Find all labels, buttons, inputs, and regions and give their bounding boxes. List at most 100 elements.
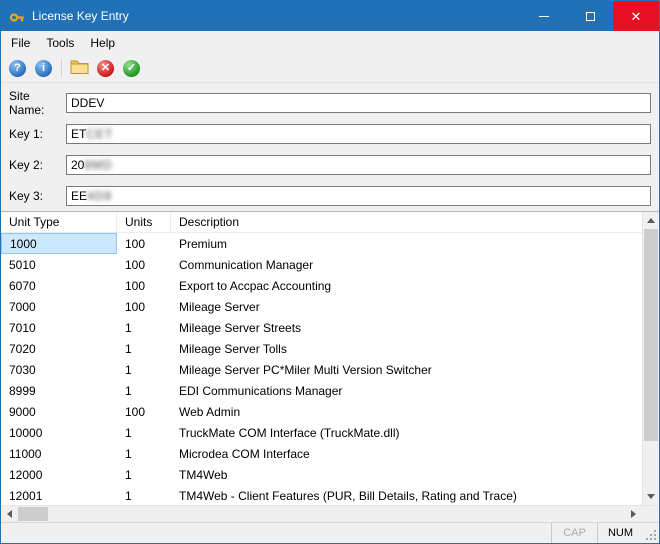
unit-type-cell: 10000 (1, 422, 117, 443)
form-area: Site Name: Key 1: ETCET Key 2: 208MD Key… (1, 83, 659, 211)
description-cell: Mileage Server (171, 296, 659, 317)
vertical-scrollbar-track[interactable] (643, 229, 659, 488)
units-cell: 1 (117, 485, 171, 505)
horizontal-scrollbar[interactable] (1, 505, 659, 522)
unit-type-cell: 7020 (1, 338, 117, 359)
unit-type-cell: 11000 (1, 443, 117, 464)
units-cell: 1 (117, 359, 171, 380)
scroll-down-button[interactable] (643, 488, 659, 505)
units-cell: 1 (117, 380, 171, 401)
description-cell: Mileage Server Tolls (171, 338, 659, 359)
minimize-button[interactable] (521, 1, 567, 31)
license-units-table: Unit Type Units Description 1000100Premi… (1, 211, 659, 505)
menu-help[interactable]: Help (82, 32, 123, 54)
units-cell: 100 (117, 275, 171, 296)
description-cell: TM4Web - Client Features (PUR, Bill Deta… (171, 485, 659, 505)
arrow-up-icon (647, 218, 655, 223)
menu-tools[interactable]: Tools (38, 32, 82, 54)
key2-input[interactable]: 208MD (66, 155, 651, 175)
site-name-input[interactable] (66, 93, 651, 113)
open-license-button[interactable] (69, 58, 90, 79)
key3-redacted-text: 4D9 (87, 189, 112, 203)
column-header-description[interactable]: Description (171, 212, 659, 232)
window-controls: ✕ (521, 1, 659, 31)
key1-input[interactable]: ETCET (66, 124, 651, 144)
close-button[interactable]: ✕ (613, 1, 659, 31)
menu-file[interactable]: File (3, 32, 38, 54)
vertical-scrollbar-thumb[interactable] (644, 229, 658, 441)
close-icon: ✕ (631, 10, 642, 23)
column-header-unit-type[interactable]: Unit Type (1, 212, 117, 232)
cancel-button[interactable]: ✕ (95, 58, 116, 79)
units-cell: 1 (117, 422, 171, 443)
units-cell: 1 (117, 443, 171, 464)
scroll-right-button[interactable] (625, 506, 642, 522)
arrow-right-icon (631, 510, 636, 518)
help-icon: ? (9, 60, 26, 77)
help-button[interactable]: ? (7, 58, 28, 79)
key2-visible-text: 20 (71, 158, 84, 172)
site-name-row: Site Name: (1, 87, 659, 118)
unit-type-cell: 5010 (1, 254, 117, 275)
menubar: File Tools Help (1, 31, 659, 54)
scroll-left-button[interactable] (1, 506, 18, 522)
unit-type-cell: 7030 (1, 359, 117, 380)
num-lock-indicator: NUM (597, 523, 643, 543)
unit-type-cell: 7000 (1, 296, 117, 317)
unit-type-cell: 1000 (1, 233, 117, 254)
units-cell: 100 (117, 296, 171, 317)
vertical-scrollbar[interactable] (642, 212, 659, 505)
description-cell: TruckMate COM Interface (TruckMate.dll) (171, 422, 659, 443)
info-button[interactable]: i (33, 58, 54, 79)
table-row[interactable]: 100001TruckMate COM Interface (TruckMate… (1, 422, 659, 443)
app-icon (9, 8, 25, 24)
description-cell: Mileage Server PC*Miler Multi Version Sw… (171, 359, 659, 380)
units-cell: 1 (117, 338, 171, 359)
table-row[interactable]: 6070100Export to Accpac Accounting (1, 275, 659, 296)
description-cell: Export to Accpac Accounting (171, 275, 659, 296)
table-row[interactable]: 1000100Premium (1, 233, 659, 254)
key2-row: Key 2: 208MD (1, 149, 659, 180)
toolbar: ? i ✕ ✓ (1, 54, 659, 83)
table-row[interactable]: 70101Mileage Server Streets (1, 317, 659, 338)
description-cell: EDI Communications Manager (171, 380, 659, 401)
minimize-icon (539, 16, 549, 17)
horizontal-scrollbar-thumb[interactable] (18, 507, 48, 521)
titlebar[interactable]: License Key Entry ✕ (1, 1, 659, 31)
units-cell: 100 (117, 233, 171, 254)
accept-icon: ✓ (123, 60, 140, 77)
unit-type-cell: 12000 (1, 464, 117, 485)
table-row[interactable]: 5010100Communication Manager (1, 254, 659, 275)
toolbar-separator (61, 59, 62, 77)
cancel-icon: ✕ (97, 60, 114, 77)
description-cell: Communication Manager (171, 254, 659, 275)
maximize-button[interactable] (567, 1, 613, 31)
unit-type-cell: 6070 (1, 275, 117, 296)
key3-row: Key 3: EE4D9 (1, 180, 659, 211)
table-row[interactable]: 7000100Mileage Server (1, 296, 659, 317)
table-row[interactable]: 70201Mileage Server Tolls (1, 338, 659, 359)
scroll-up-button[interactable] (643, 212, 659, 229)
key3-input[interactable]: EE4D9 (66, 186, 651, 206)
description-cell: Mileage Server Streets (171, 317, 659, 338)
table-row[interactable]: 70301Mileage Server PC*Miler Multi Versi… (1, 359, 659, 380)
key3-visible-text: EE (71, 189, 87, 203)
accept-button[interactable]: ✓ (121, 58, 142, 79)
resize-grip[interactable] (643, 523, 659, 543)
table-row[interactable]: 110001Microdea COM Interface (1, 443, 659, 464)
window-title: License Key Entry (32, 9, 129, 23)
horizontal-scrollbar-track[interactable] (48, 506, 625, 522)
description-cell: Microdea COM Interface (171, 443, 659, 464)
column-header-units[interactable]: Units (117, 212, 171, 232)
unit-type-cell: 7010 (1, 317, 117, 338)
table-row[interactable]: 120011TM4Web - Client Features (PUR, Bil… (1, 485, 659, 505)
units-cell: 1 (117, 464, 171, 485)
statusbar-spacer (1, 523, 551, 543)
key1-redacted-text: CET (86, 127, 113, 141)
table-row[interactable]: 120001TM4Web (1, 464, 659, 485)
key1-label: Key 1: (9, 127, 66, 141)
maximize-icon (586, 12, 595, 21)
table-row[interactable]: 9000100Web Admin (1, 401, 659, 422)
table-row[interactable]: 89991EDI Communications Manager (1, 380, 659, 401)
description-cell: Web Admin (171, 401, 659, 422)
